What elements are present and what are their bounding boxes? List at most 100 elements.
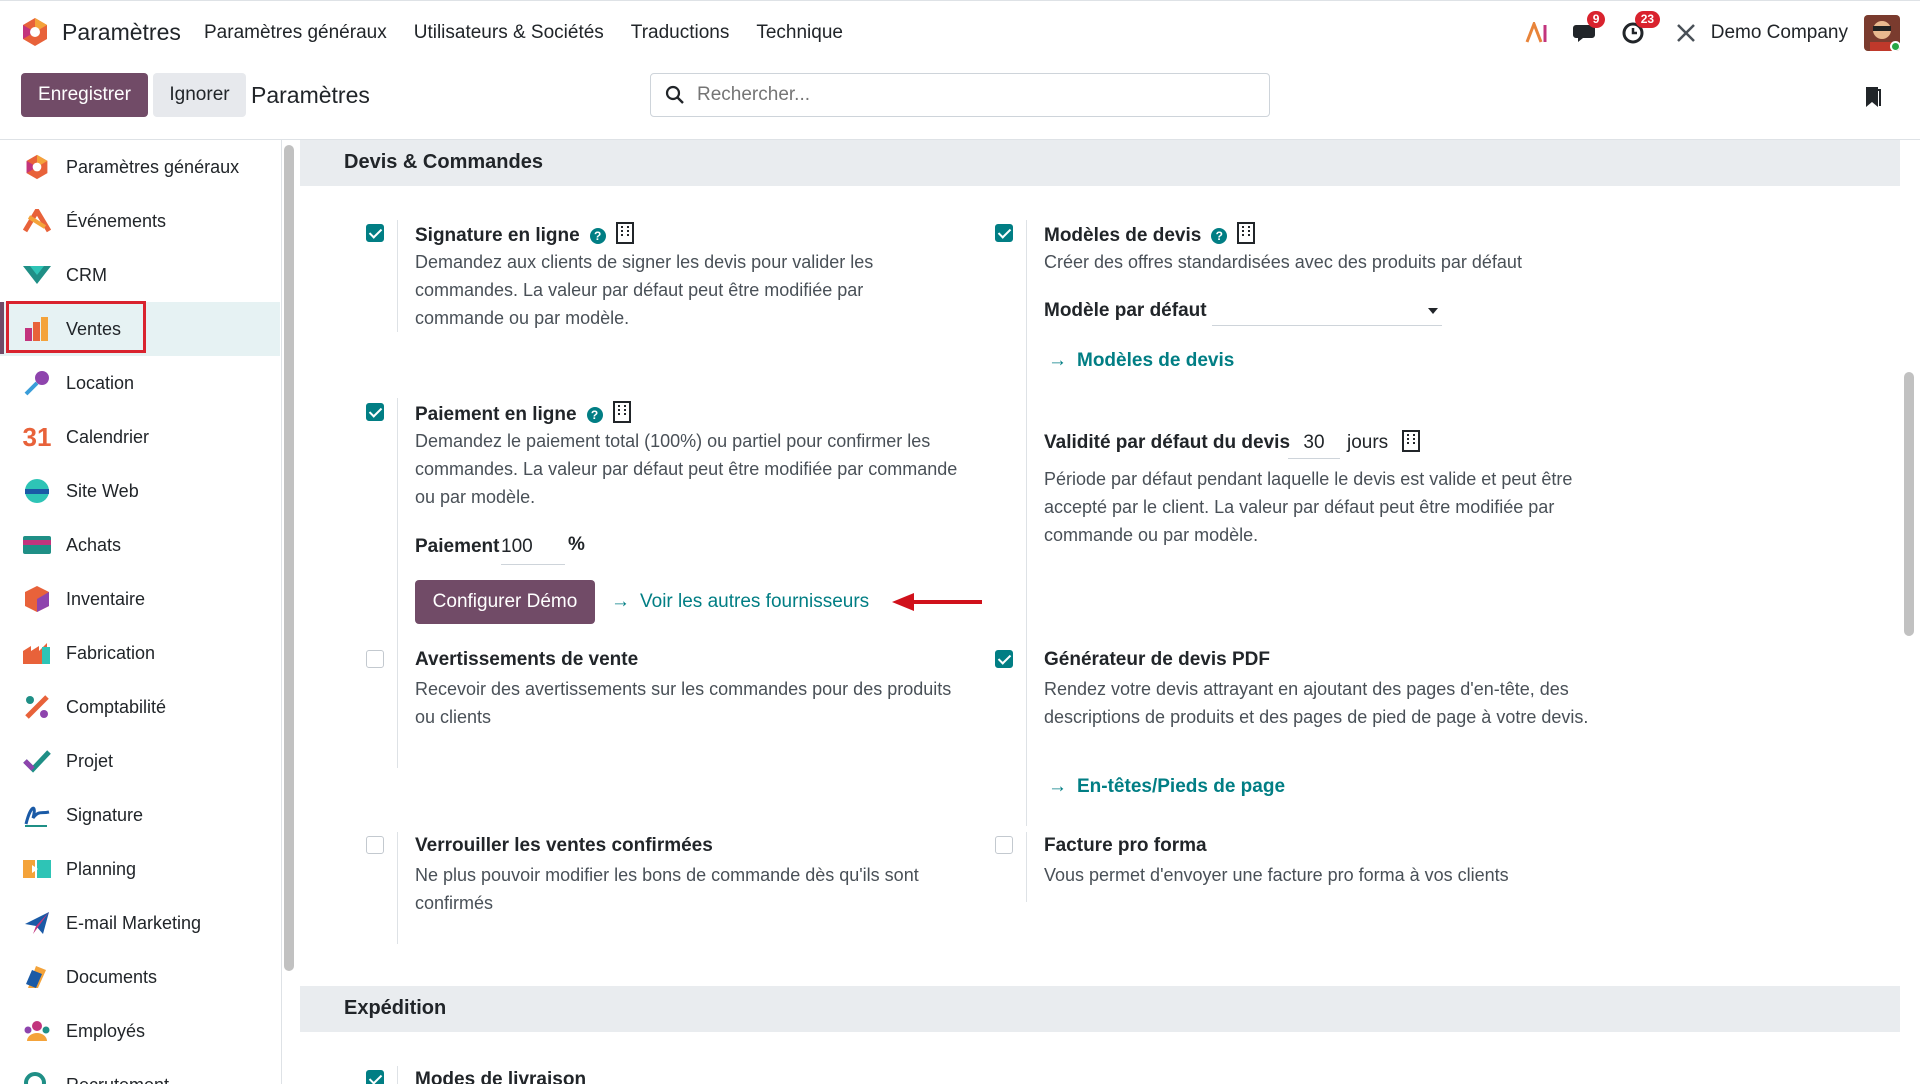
sidebar-item-employees[interactable]: Employés [0, 1004, 280, 1058]
section-title-shipping: Expédition [300, 986, 1900, 1032]
sidebar-item-label: Location [66, 372, 135, 393]
configure-demo-button[interactable]: Configurer Démo [415, 580, 595, 624]
sidebar-item-crm[interactable]: CRM [0, 248, 280, 302]
sidebar-item-label: CRM [66, 264, 107, 285]
sidebar-item-label: Projet [66, 750, 114, 771]
page-title: Paramètres [251, 82, 370, 108]
payment-percentage-input[interactable]: 100 [501, 536, 565, 565]
inventory-icon [22, 584, 52, 614]
company-building-icon [1402, 430, 1420, 452]
help-icon[interactable]: ? [1211, 228, 1228, 244]
messages-icon[interactable]: 9 [1572, 11, 1606, 45]
quote-validity-unit: jours [1347, 432, 1389, 453]
activities-count-badge: 23 [1634, 11, 1661, 28]
help-icon[interactable]: ? [589, 228, 606, 244]
payment-label: Paiement [415, 536, 500, 557]
quote-templates-link[interactable]: → Modèles de devis [1048, 350, 1234, 372]
sidebar-item-email-marketing[interactable]: E-mail Marketing [0, 896, 280, 950]
help-icon[interactable]: ? [586, 407, 603, 423]
proforma-invoice-title: Facture pro forma [1044, 835, 1207, 856]
sidebar-item-rental[interactable]: Location [0, 356, 280, 410]
accounting-icon [22, 692, 52, 722]
arrow-right-icon: → [1048, 350, 1067, 371]
quote-templates-checkbox[interactable] [995, 224, 1013, 242]
proforma-invoice-checkbox[interactable] [995, 836, 1013, 854]
sidebar-item-sign[interactable]: Signature [0, 788, 280, 842]
sidebar-item-accounting[interactable]: Comptabilité [0, 680, 280, 734]
online-payment-label: Paiement en ligne [415, 404, 577, 425]
user-avatar[interactable] [1864, 15, 1900, 51]
crm-icon [22, 260, 52, 290]
sidebar-item-documents[interactable]: Documents [0, 950, 280, 1004]
events-icon [22, 206, 52, 236]
sidebar-scrollbar[interactable] [284, 145, 294, 971]
payment-unit: % [568, 534, 585, 555]
sidebar-item-calendar[interactable]: 31 Calendrier [0, 410, 280, 464]
headers-footers-link[interactable]: → En-têtes/Pieds de page [1048, 776, 1285, 798]
sidebar-item-label: Signature [66, 804, 144, 825]
online-payment-checkbox[interactable] [366, 403, 384, 421]
calendar-icon: 31 [22, 421, 52, 452]
sidebar-item-project[interactable]: Projet [0, 734, 280, 788]
ai-icon[interactable] [1525, 22, 1551, 44]
sidebar-item-events[interactable]: Événements [0, 194, 280, 248]
app-title[interactable]: Paramètres [62, 19, 181, 46]
default-template-select[interactable] [1212, 296, 1442, 326]
pdf-quote-builder-checkbox[interactable] [995, 650, 1013, 668]
menu-technical[interactable]: Technique [756, 22, 843, 44]
top-navbar: Paramètres Paramètres généraux Utilisate… [0, 0, 1920, 64]
headers-footers-link-label: En-têtes/Pieds de page [1077, 776, 1286, 797]
pdf-quote-builder-title: Générateur de devis PDF [1044, 649, 1270, 670]
sidebar-item-label: Événements [66, 210, 167, 231]
menu-general-settings[interactable]: Paramètres généraux [204, 22, 387, 44]
pdf-quote-builder-description: Rendez votre devis attrayant en ajoutant… [1044, 679, 1589, 727]
quote-validity-title: Validité par défaut du devis [1044, 432, 1291, 453]
employees-icon [22, 1016, 52, 1046]
company-switcher[interactable]: Demo Company [1711, 22, 1848, 44]
project-icon [22, 746, 52, 776]
quote-templates-description: Créer des offres standardisées avec des … [1044, 252, 1522, 272]
online-signature-title: Signature en ligne? [415, 222, 634, 247]
website-icon [22, 476, 52, 506]
arrow-right-icon: → [1048, 776, 1067, 797]
online-status-dot [1890, 41, 1900, 51]
online-payment-description: Demandez le paiement total (100%) ou par… [415, 431, 958, 507]
sidebar-item-label: E-mail Marketing [66, 912, 202, 933]
sidebar-item-inventory[interactable]: Inventaire [0, 572, 280, 626]
other-providers-link[interactable]: → Voir les autres fournisseurs [611, 591, 869, 613]
bookmark-icon[interactable] [1864, 86, 1882, 108]
odoo-logo-icon [22, 152, 52, 182]
lock-confirmed-sales-checkbox[interactable] [366, 836, 384, 854]
quote-validity-days-input[interactable]: 30 [1288, 432, 1340, 459]
divider [1026, 832, 1027, 902]
divider [397, 646, 398, 758]
discard-button[interactable]: Ignorer [153, 73, 246, 117]
online-signature-checkbox[interactable] [366, 224, 384, 242]
odoo-settings-logo-icon[interactable] [20, 17, 50, 47]
sign-icon [22, 800, 52, 830]
sidebar-item-manufacturing[interactable]: Fabrication [0, 626, 280, 680]
save-button[interactable]: Enregistrer [21, 73, 148, 117]
purchase-icon [22, 530, 52, 560]
sidebar-item-general-settings[interactable]: Paramètres généraux [0, 140, 280, 194]
sidebar-item-planning[interactable]: Planning [0, 842, 280, 896]
sidebar-item-recruitment[interactable]: Recrutement [0, 1058, 280, 1084]
main-menu: Paramètres généraux Utilisateurs & Socié… [204, 22, 843, 44]
menu-users-companies[interactable]: Utilisateurs & Sociétés [414, 22, 604, 44]
sidebar-item-purchase[interactable]: Achats [0, 518, 280, 572]
company-building-icon [612, 401, 631, 423]
divider [1026, 646, 1027, 826]
search-box[interactable] [650, 73, 1270, 117]
delivery-methods-checkbox[interactable] [366, 1070, 384, 1084]
debug-tools-icon[interactable] [1675, 22, 1697, 44]
menu-translations[interactable]: Traductions [631, 22, 730, 44]
sale-warnings-checkbox[interactable] [366, 650, 384, 668]
content-scrollbar[interactable] [1904, 372, 1914, 636]
search-input[interactable] [697, 84, 1257, 106]
sidebar-item-label: Documents [66, 966, 158, 987]
recruitment-icon [22, 1070, 52, 1084]
quote-validity-description: Période par défaut pendant laquelle le d… [1044, 469, 1573, 545]
sidebar-item-website[interactable]: Site Web [0, 464, 280, 518]
activities-clock-icon[interactable]: 23 [1621, 11, 1661, 45]
lock-confirmed-sales-description: Ne plus pouvoir modifier les bons de com… [415, 865, 919, 913]
